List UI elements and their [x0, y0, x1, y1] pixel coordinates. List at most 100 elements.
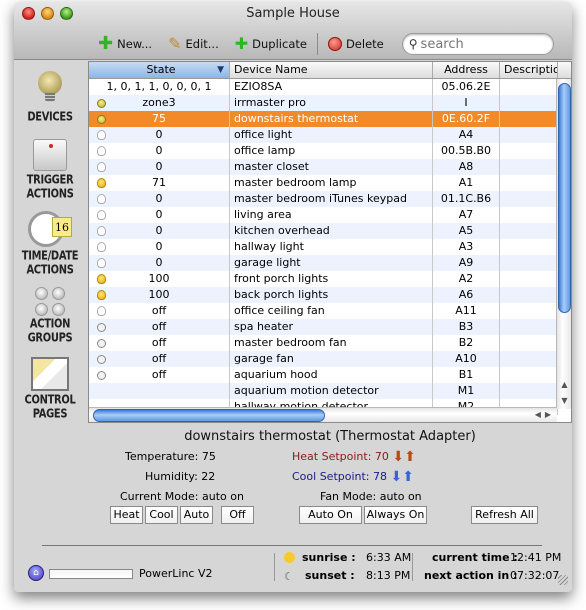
table-row[interactable]: 0 master closet A8: [89, 159, 571, 175]
cool-mode-button[interactable]: Cool: [145, 506, 178, 524]
table-row[interactable]: off garage fan A10: [89, 351, 571, 367]
state-value: off: [151, 336, 167, 349]
table-row[interactable]: zone3 irrmaster pro I: [89, 95, 571, 111]
table-row[interactable]: off master bedroom fan B2: [89, 335, 571, 351]
description-cell: [500, 207, 558, 223]
lightbulb-icon: [37, 71, 63, 105]
table-row[interactable]: 0 office light A4: [89, 127, 571, 143]
scroll-down-icon[interactable]: ▼: [557, 393, 571, 409]
state-value: 0: [155, 224, 163, 237]
search-field[interactable]: ⚲: [401, 33, 554, 55]
state-cell: off: [89, 335, 230, 351]
address-cell: A8: [433, 159, 500, 175]
bulb-off-icon: [97, 306, 106, 316]
state-cell: 0: [89, 127, 230, 143]
table-row[interactable]: 0 living area A7: [89, 207, 571, 223]
column-header-address[interactable]: Address: [433, 62, 500, 78]
column-header-description[interactable]: Description: [500, 62, 558, 78]
table-row[interactable]: off office ceiling fan A11: [89, 303, 571, 319]
sidebar: Devices Trigger Actions 16 Time/Date Act…: [14, 61, 86, 521]
sidebar-item-time-date-actions[interactable]: 16 Time/Date Actions: [14, 209, 86, 276]
sunrise-label: sunrise :: [302, 551, 356, 564]
vertical-scroll-thumb[interactable]: [558, 83, 571, 313]
horizontal-scrollbar[interactable]: ◀▶: [89, 407, 557, 422]
resize-grip[interactable]: [558, 575, 568, 585]
heat-mode-button[interactable]: Heat: [110, 506, 143, 524]
cool-up-arrow-icon[interactable]: ⬆: [402, 470, 414, 484]
description-cell: [500, 127, 558, 143]
column-header-state[interactable]: State ▼: [89, 62, 230, 78]
circle-icon: [97, 371, 106, 380]
description-cell: [500, 271, 558, 287]
description-cell: [500, 191, 558, 207]
off-mode-button[interactable]: Off: [221, 506, 254, 524]
table-row[interactable]: 100 back porch lights A6: [89, 287, 571, 303]
yellow-dot-icon: [97, 115, 106, 124]
table-row[interactable]: off spa heater B3: [89, 319, 571, 335]
scroll-up-icon[interactable]: ▲: [557, 377, 571, 393]
address-cell: 01.1C.B6: [433, 191, 500, 207]
status-separator: [274, 553, 275, 581]
state-cell: 0: [89, 143, 230, 159]
new-button[interactable]: ✚ New...: [98, 35, 152, 53]
horizontal-scroll-thumb[interactable]: [93, 409, 325, 422]
humidity-readout: Humidity: 22: [145, 470, 216, 483]
table-row[interactable]: 100 front porch lights A2: [89, 271, 571, 287]
main-window: Sample House ✚ New... ✎ Edit... ✚ Duplic…: [14, 2, 572, 592]
fan-always-on-button[interactable]: Always On: [364, 506, 427, 524]
window-title: Sample House: [246, 6, 340, 21]
description-cell: [500, 111, 558, 127]
edit-button[interactable]: ✎ Edit...: [168, 36, 219, 52]
table-row[interactable]: 0 kitchen overhead A5: [89, 223, 571, 239]
state-value: 0: [155, 256, 163, 269]
table-row[interactable]: 1, 0, 1, 1, 0, 0, 0, 1 EZIO8SA 05.06.2E: [89, 79, 571, 95]
device-name-cell: EZIO8SA: [230, 79, 433, 95]
cool-down-arrow-icon[interactable]: ⬇: [391, 470, 403, 484]
state-value: 0: [155, 160, 163, 173]
table-row[interactable]: 0 hallway light A3: [89, 239, 571, 255]
search-input[interactable]: [420, 36, 541, 52]
state-cell: 0: [89, 255, 230, 271]
state-value: 0: [155, 192, 163, 205]
sidebar-item-control-pages[interactable]: Control Pages: [14, 357, 86, 420]
current-mode-readout: Current Mode: auto on: [120, 490, 244, 503]
table-row[interactable]: 0 master bedroom iTunes keypad 01.1C.B6: [89, 191, 571, 207]
scroll-right-icon[interactable]: ▶: [545, 410, 555, 419]
new-label: New...: [117, 37, 153, 51]
description-cell: [500, 319, 558, 335]
duplicate-button[interactable]: ✚ Duplicate: [235, 36, 307, 52]
sidebar-item-action-groups[interactable]: Action Groups: [14, 287, 86, 344]
auto-mode-button[interactable]: Auto: [180, 506, 213, 524]
vertical-scroll-arrows: ▲ ▼: [557, 377, 571, 409]
vertical-scrollbar[interactable]: ▲ ▼: [556, 79, 571, 409]
state-cell: 100: [89, 287, 230, 303]
heat-up-arrow-icon[interactable]: ⬆: [404, 450, 416, 464]
device-name-cell: back porch lights: [230, 287, 433, 303]
search-icon: ⚲: [408, 37, 418, 51]
table-row[interactable]: aquarium motion detector M1: [89, 383, 571, 399]
pencil-icon: ✎: [168, 34, 182, 53]
column-header-device-name[interactable]: Device Name: [230, 62, 433, 78]
table-row[interactable]: 0 garage light A9: [89, 255, 571, 271]
description-cell: [500, 143, 558, 159]
sidebar-item-devices[interactable]: Devices: [14, 71, 86, 123]
address-cell: B1: [433, 367, 500, 383]
table-row[interactable]: 0 office lamp 00.5B.B0: [89, 143, 571, 159]
scroll-left-icon[interactable]: ◀: [535, 410, 545, 419]
device-name-cell: master bedroom lamp: [230, 175, 433, 191]
state-cell: zone3: [89, 95, 230, 111]
delete-button[interactable]: Delete: [327, 37, 384, 51]
device-name-cell: aquarium hood: [230, 367, 433, 383]
table-row[interactable]: off aquarium hood B1: [89, 367, 571, 383]
fan-auto-on-button[interactable]: Auto On: [299, 506, 362, 524]
table-row[interactable]: 71 master bedroom lamp A1: [89, 175, 571, 191]
heat-down-arrow-icon[interactable]: ⬇: [392, 450, 404, 464]
sidebar-label: Trigger Actions: [26, 172, 74, 201]
refresh-all-button[interactable]: Refresh All: [471, 506, 538, 524]
bulb-off-icon: [97, 146, 106, 156]
sidebar-item-trigger-actions[interactable]: Trigger Actions: [14, 139, 86, 201]
state-value: 1, 0, 1, 1, 0, 0, 0, 1: [106, 80, 212, 93]
next-action-label: next action in :: [424, 569, 518, 582]
home-icon[interactable]: ⌂: [28, 565, 44, 581]
table-row[interactable]: 75 downstairs thermostat 0E.60.2F: [89, 111, 571, 127]
